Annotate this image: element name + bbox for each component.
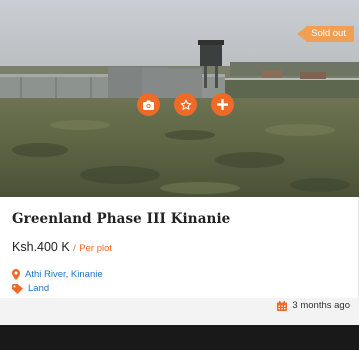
listing-price: Ksh.400 K / Per plot: [12, 240, 112, 254]
plus-icon: [217, 99, 228, 110]
favorite-button[interactable]: [174, 93, 197, 116]
camera-icon: [143, 100, 154, 110]
property-photo[interactable]: Sold out: [0, 0, 359, 197]
location-text[interactable]: Athi River, Kinanie: [25, 269, 103, 280]
listing-location[interactable]: Athi River, Kinanie: [12, 269, 103, 280]
price-separator: /: [73, 243, 76, 254]
type-text[interactable]: Land: [28, 283, 49, 294]
compare-button[interactable]: [211, 93, 234, 116]
property-card[interactable]: Sold out Greenland Phase III Kinanie Ksh…: [0, 0, 359, 311]
price-amount: Ksh.400 K: [12, 240, 70, 254]
date-text: 3 months ago: [292, 300, 350, 311]
map-pin-icon: [12, 269, 20, 280]
tag-icon: [12, 283, 23, 294]
footer-bar: [0, 325, 359, 350]
price-unit: Per plot: [79, 243, 113, 254]
calendar-icon: [277, 300, 288, 311]
photo-actions: [137, 93, 234, 116]
listing-type[interactable]: Land: [12, 283, 49, 294]
photo-gallery-button[interactable]: [137, 93, 160, 116]
listing-date: 3 months ago: [277, 300, 350, 311]
listing-title[interactable]: Greenland Phase III Kinanie: [12, 211, 230, 227]
star-icon: [180, 99, 191, 110]
sold-out-badge: Sold out: [297, 26, 354, 42]
